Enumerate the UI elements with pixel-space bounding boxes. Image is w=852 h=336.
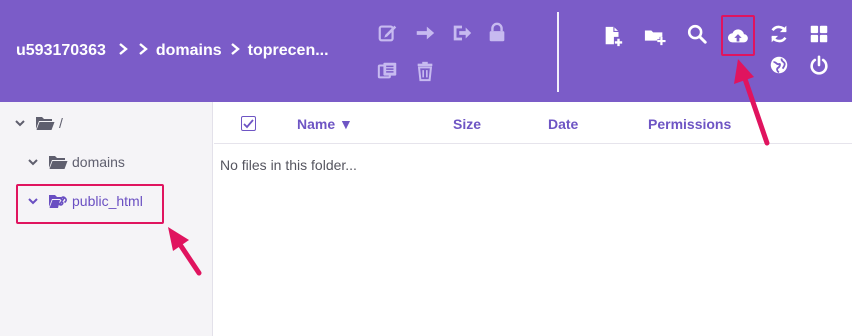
upload-highlight-box bbox=[721, 15, 755, 56]
breadcrumb: u593170363 domains toprecen... bbox=[16, 42, 329, 60]
checkmark-icon bbox=[243, 118, 254, 128]
website-icon[interactable] bbox=[767, 53, 791, 77]
tree-item-label: / bbox=[59, 115, 63, 131]
folder-open-icon bbox=[36, 117, 55, 130]
tree-item-domains[interactable]: domains bbox=[28, 154, 125, 170]
new-folder-icon[interactable] bbox=[643, 24, 667, 48]
rename-icon[interactable] bbox=[450, 21, 474, 45]
breadcrumb-domains[interactable]: domains bbox=[156, 42, 222, 60]
folder-tree-sidebar: / domains public_html bbox=[0, 102, 213, 336]
column-header-size[interactable]: Size bbox=[453, 116, 481, 132]
chevron-down-icon[interactable] bbox=[15, 118, 25, 128]
delete-icon[interactable] bbox=[413, 59, 437, 83]
chevron-right-icon bbox=[138, 43, 148, 59]
breadcrumb-current-folder[interactable]: toprecen... bbox=[248, 42, 329, 60]
column-header-name[interactable]: Name ▼ bbox=[297, 116, 353, 132]
search-icon[interactable] bbox=[685, 22, 709, 46]
empty-folder-message: No files in this folder... bbox=[220, 157, 357, 173]
chevron-down-icon[interactable] bbox=[28, 157, 38, 167]
new-file-icon[interactable] bbox=[601, 24, 625, 48]
toolbar-divider bbox=[557, 12, 559, 92]
logout-icon[interactable] bbox=[807, 53, 831, 77]
select-all-checkbox[interactable] bbox=[241, 116, 256, 131]
permissions-lock-icon[interactable] bbox=[485, 21, 509, 45]
top-toolbar: u593170363 domains toprecen... bbox=[0, 0, 852, 102]
refresh-icon[interactable] bbox=[767, 22, 791, 46]
column-header-permissions[interactable]: Permissions bbox=[648, 116, 731, 132]
folder-open-icon bbox=[49, 156, 68, 169]
edit-icon[interactable] bbox=[376, 21, 400, 45]
grid-view-icon[interactable] bbox=[807, 22, 831, 46]
chevron-right-icon bbox=[118, 43, 128, 59]
extract-icon[interactable] bbox=[376, 59, 400, 83]
tree-item-label: domains bbox=[72, 154, 125, 170]
chevron-right-icon bbox=[230, 43, 240, 59]
move-icon[interactable] bbox=[413, 21, 437, 45]
column-header-date[interactable]: Date bbox=[548, 116, 578, 132]
breadcrumb-user[interactable]: u593170363 bbox=[16, 42, 106, 60]
tree-item-root[interactable]: / bbox=[15, 115, 63, 131]
public-html-highlight-box bbox=[16, 184, 164, 224]
file-list-header: Name ▼ Size Date Permissions bbox=[214, 102, 852, 144]
